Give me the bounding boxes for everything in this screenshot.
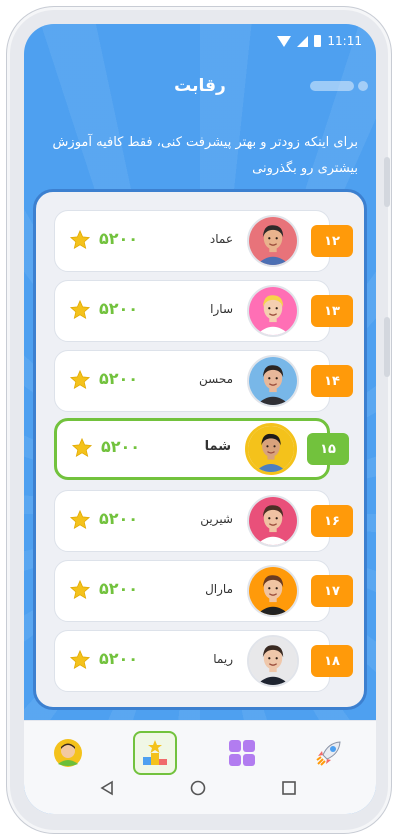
volume-button xyxy=(384,157,390,207)
player-score: ۵۲۰۰ xyxy=(101,437,141,456)
podium-icon xyxy=(143,740,167,765)
leaderboard: ۱۲ عماد ۵۲۰۰ ۱۳ سارا ۵۲۰۰ ۱۴ محسن ۵۲۰۰ ۱۵ شما ۵۲۰۰ ۱… xyxy=(33,189,367,710)
rank-badge: ۱۶ xyxy=(311,505,353,537)
star-icon xyxy=(69,299,91,321)
player-name: شیرین xyxy=(200,512,233,526)
star-icon xyxy=(69,649,91,671)
rank-badge: ۱۳ xyxy=(311,295,353,327)
player-name: عماد xyxy=(209,232,233,246)
avatar xyxy=(247,215,299,267)
nav-explore[interactable] xyxy=(307,731,351,775)
rank-badge: ۱۵ xyxy=(307,433,349,465)
status-time: 11:11 xyxy=(327,34,362,48)
avatar xyxy=(247,285,299,337)
rocket-icon xyxy=(316,741,341,766)
rank-badge: ۱۸ xyxy=(311,645,353,677)
avatar xyxy=(247,495,299,547)
avatar xyxy=(247,355,299,407)
profile-icon xyxy=(54,739,82,767)
rank-badge: ۱۴ xyxy=(311,365,353,397)
player-score: ۵۲۰۰ xyxy=(99,369,139,388)
player-name: مارال xyxy=(205,582,233,596)
player-score: ۵۲۰۰ xyxy=(99,299,139,318)
star-icon xyxy=(71,437,93,459)
leaderboard-row[interactable]: ۱۳ سارا ۵۲۰۰ xyxy=(54,280,353,342)
battery-icon xyxy=(314,35,322,47)
star-icon xyxy=(69,369,91,391)
status-bar: 11:11 xyxy=(277,34,362,48)
leaderboard-row[interactable]: ۱۷ مارال ۵۲۰۰ xyxy=(54,560,353,622)
player-score: ۵۲۰۰ xyxy=(99,229,139,248)
star-icon xyxy=(69,509,91,531)
leaderboard-row[interactable]: ۱۲ عماد ۵۲۰۰ xyxy=(54,210,353,272)
nav-profile[interactable] xyxy=(46,731,90,775)
apps-grid-icon xyxy=(229,740,255,766)
back-icon[interactable] xyxy=(99,780,115,796)
leaderboard-row[interactable]: ۱۶ شیرین ۵۲۰۰ xyxy=(54,490,353,552)
star-icon xyxy=(69,579,91,601)
avatar xyxy=(245,423,297,475)
app-screen: 11:11 رقابت برای اینکه زودتر و بهتر پیشر… xyxy=(24,24,376,814)
leaderboard-row[interactable]: ۱۴ محسن ۵۲۰۰ xyxy=(54,350,353,412)
home-icon[interactable] xyxy=(190,780,206,796)
player-score: ۵۲۰۰ xyxy=(99,649,139,668)
page-title: رقابت xyxy=(174,76,226,96)
player-score: ۵۲۰۰ xyxy=(99,579,139,598)
player-name: محسن xyxy=(198,372,233,386)
system-navigation xyxy=(24,778,376,800)
nav-competition[interactable] xyxy=(133,731,177,775)
wifi-icon xyxy=(277,35,292,47)
player-score: ۵۲۰۰ xyxy=(99,509,139,528)
rank-badge: ۱۲ xyxy=(311,225,353,257)
leaderboard-row[interactable]: ۱۸ ریما ۵۲۰۰ xyxy=(54,630,353,692)
avatar xyxy=(247,635,299,687)
signal-icon xyxy=(297,35,309,47)
recents-icon[interactable] xyxy=(281,780,297,796)
nav-apps[interactable] xyxy=(220,731,264,775)
power-button xyxy=(384,317,390,377)
bottom-navigation xyxy=(24,720,376,814)
player-name: ریما xyxy=(213,652,233,666)
leaderboard-row[interactable]: ۱۵ شما ۵۲۰۰ xyxy=(54,418,349,480)
avatar xyxy=(247,565,299,617)
player-name: سارا xyxy=(210,302,233,316)
player-name: شما xyxy=(204,439,231,454)
intro-text: برای اینکه زودتر و بهتر پیشرفت کنی، فقط … xyxy=(52,135,358,176)
star-icon xyxy=(69,229,91,251)
rank-badge: ۱۷ xyxy=(311,575,353,607)
